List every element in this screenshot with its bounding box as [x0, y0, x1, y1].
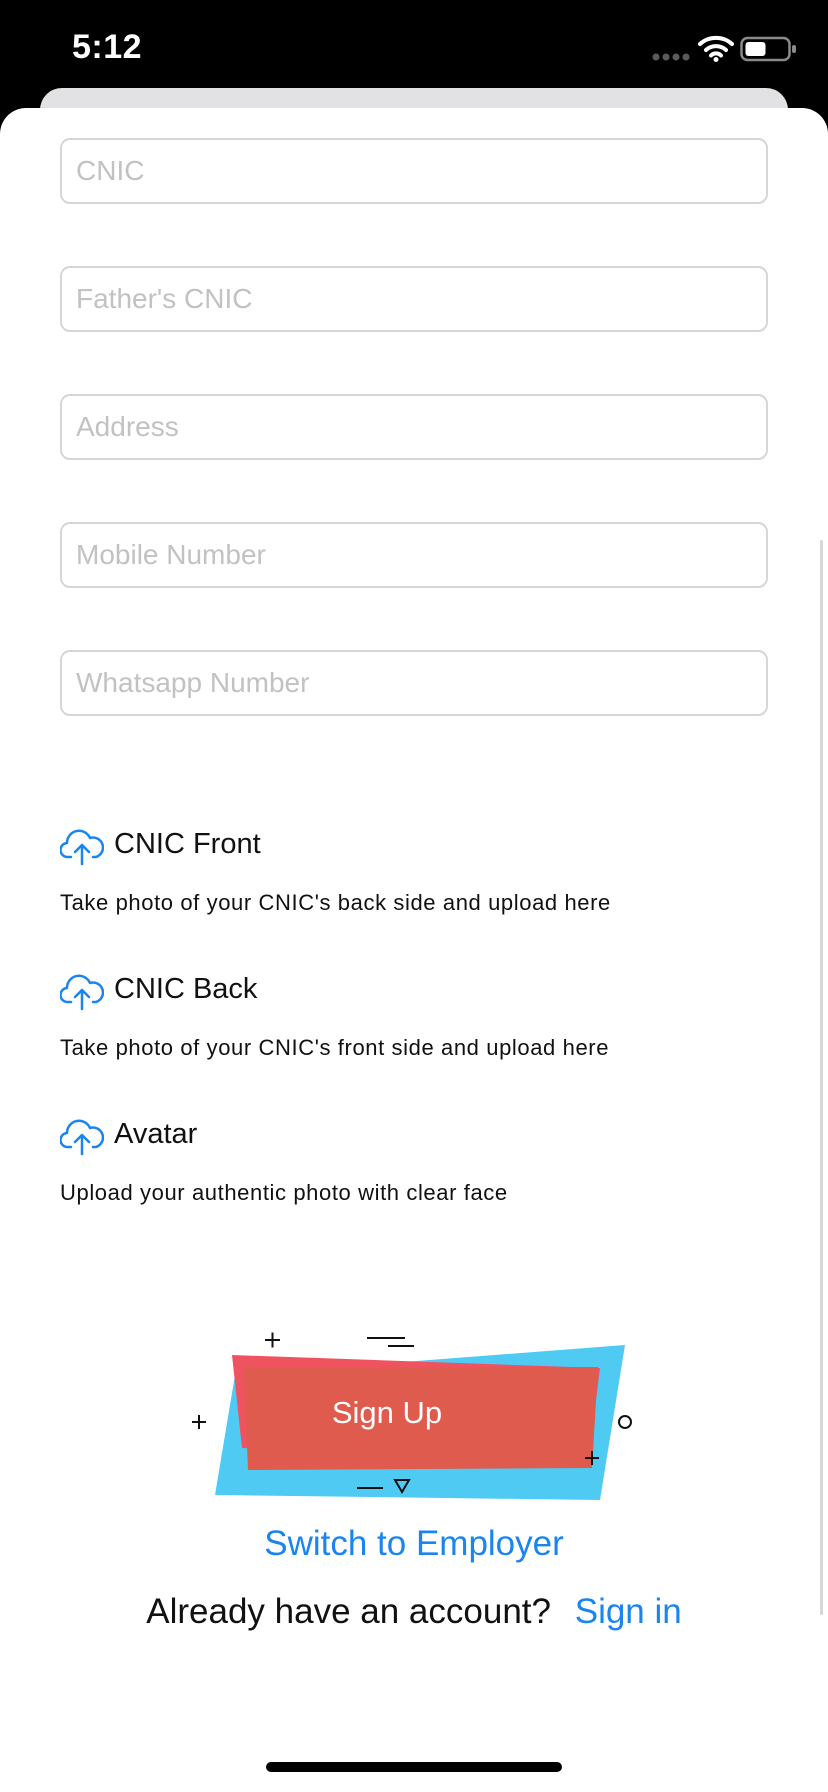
upload-title[interactable]: CNIC Front — [114, 828, 261, 861]
upload-cnic-front[interactable]: CNIC Front Take photo of your CNIC's bac… — [60, 824, 780, 915]
upload-avatar[interactable]: Avatar Upload your authentic photo with … — [60, 1114, 780, 1205]
signup-label[interactable]: Sign Up — [242, 1395, 532, 1431]
cloud-upload-icon[interactable] — [60, 1116, 104, 1156]
account-prompt: Already have an account? — [146, 1592, 551, 1631]
battery-icon — [740, 36, 796, 62]
mobile-number-field[interactable] — [60, 522, 768, 588]
scroll-indicator[interactable] — [820, 540, 823, 1615]
home-indicator[interactable] — [266, 1762, 562, 1772]
status-bar: 5:12 — [0, 0, 828, 100]
address-input[interactable] — [62, 396, 766, 458]
cellular-signal-icon — [652, 53, 690, 61]
sign-in-link[interactable]: Sign in — [575, 1592, 682, 1631]
upload-title[interactable]: CNIC Back — [114, 973, 257, 1006]
address-field[interactable] — [60, 394, 768, 460]
upload-description: Upload your authentic photo with clear f… — [60, 1180, 508, 1205]
cnic-input[interactable] — [62, 140, 766, 202]
upload-cnic-back[interactable]: CNIC Back Take photo of your CNIC's fron… — [60, 969, 780, 1060]
upload-description: Take photo of your CNIC's front side and… — [60, 1035, 610, 1060]
cloud-upload-icon[interactable] — [60, 826, 104, 866]
fathers-cnic-field[interactable] — [60, 266, 768, 332]
signup-button[interactable]: Sign Up — [180, 1320, 650, 1520]
whatsapp-number-input[interactable] — [62, 652, 766, 714]
switch-to-employer-link[interactable]: Switch to Employer — [0, 1524, 828, 1564]
cloud-upload-icon[interactable] — [60, 971, 104, 1011]
cnic-field[interactable] — [60, 138, 768, 204]
upload-description: Take photo of your CNIC's back side and … — [60, 890, 611, 915]
fathers-cnic-input[interactable] — [62, 268, 766, 330]
wifi-icon — [698, 35, 734, 62]
whatsapp-number-field[interactable] — [60, 650, 768, 716]
mobile-number-input[interactable] — [62, 524, 766, 586]
upload-title[interactable]: Avatar — [114, 1118, 197, 1151]
signin-row: Already have an account? Sign in — [0, 1592, 828, 1632]
status-time: 5:12 — [72, 28, 143, 66]
